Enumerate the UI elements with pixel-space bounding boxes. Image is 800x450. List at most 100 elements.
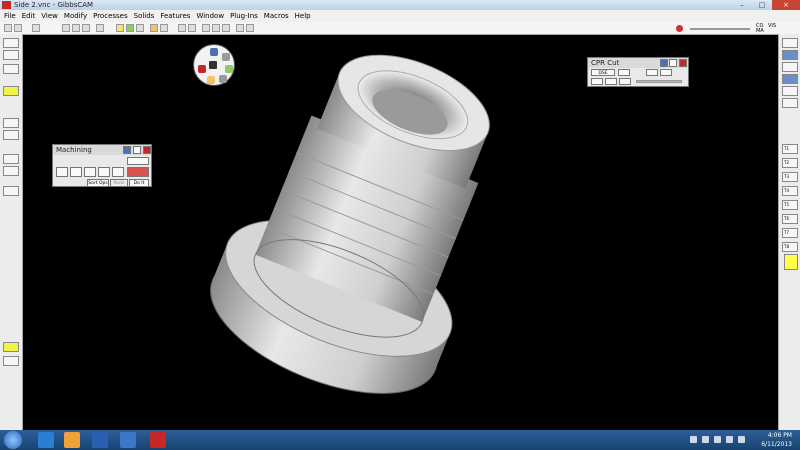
- zoom-tool-icon[interactable]: [202, 24, 210, 32]
- redo-button[interactable]: Redo: [110, 179, 128, 187]
- select-tool-icon[interactable]: [4, 24, 12, 32]
- menu-file[interactable]: File: [0, 10, 19, 22]
- 3d-viewport[interactable]: [23, 35, 777, 430]
- rewind-icon[interactable]: [618, 69, 630, 76]
- machining-panel-help-icon[interactable]: [133, 146, 141, 154]
- palette-pan-icon[interactable]: [222, 53, 230, 61]
- menu-solids[interactable]: Solids: [131, 10, 158, 22]
- tray-bluetooth-icon[interactable]: [726, 436, 733, 443]
- tool-4-button[interactable]: T4: [782, 186, 798, 196]
- tool-3-button[interactable]: T3: [782, 172, 798, 182]
- wireframe-tool-icon[interactable]: [150, 24, 158, 32]
- left-tool-11-icon[interactable]: [3, 356, 19, 366]
- folder-tool-icon[interactable]: [116, 24, 124, 32]
- process-thread-icon[interactable]: [98, 167, 110, 177]
- cpr-speed-slider[interactable]: [636, 80, 682, 83]
- tool-1-button[interactable]: T1: [782, 144, 798, 154]
- record-icon[interactable]: [676, 25, 683, 32]
- process-contour-icon[interactable]: [70, 167, 82, 177]
- process-drill-icon[interactable]: [56, 167, 68, 177]
- gibbscam-taskbar-icon[interactable]: [150, 432, 166, 448]
- tool-palette[interactable]: [193, 44, 235, 86]
- do-it-button[interactable]: Do It: [129, 179, 149, 187]
- tool-list-highlight[interactable]: [784, 254, 798, 270]
- menu-features[interactable]: Features: [157, 10, 193, 22]
- palette-rotate-icon[interactable]: [225, 65, 233, 73]
- left-tool-7-icon[interactable]: [3, 154, 19, 164]
- view-tool-icon[interactable]: [32, 24, 40, 32]
- cpr-panel-pin-icon[interactable]: [660, 59, 668, 67]
- menu-plug-ins[interactable]: Plug-Ins: [227, 10, 261, 22]
- layer-tool-icon[interactable]: [14, 24, 22, 32]
- line-tool-icon[interactable]: [72, 24, 80, 32]
- start-button[interactable]: [4, 431, 22, 449]
- flip-tool-icon[interactable]: [236, 24, 244, 32]
- tray-volume-icon[interactable]: [738, 436, 745, 443]
- shade-tool-icon[interactable]: [246, 24, 254, 32]
- tray-arrow-icon[interactable]: [690, 436, 697, 443]
- left-tool-active-icon[interactable]: [3, 86, 19, 96]
- explorer-taskbar-icon[interactable]: [120, 432, 136, 448]
- play-icon[interactable]: [660, 69, 672, 76]
- palette-fit-icon[interactable]: [219, 75, 227, 83]
- tool-2-button[interactable]: T2: [782, 158, 798, 168]
- machining-panel-pin-icon[interactable]: [123, 146, 131, 154]
- left-tool-8-icon[interactable]: [3, 166, 19, 176]
- cpr-mode-button[interactable]: DSE: [591, 69, 615, 76]
- render-icon[interactable]: [127, 167, 149, 177]
- palette-zoom-icon[interactable]: [210, 48, 218, 56]
- gibbscam-app-icon[interactable]: [2, 1, 11, 9]
- left-tool-6-icon[interactable]: [3, 130, 19, 140]
- point-tool-icon[interactable]: [62, 24, 70, 32]
- tray-flag-icon[interactable]: [702, 436, 709, 443]
- palette-iso-icon[interactable]: [198, 65, 206, 73]
- step-icon[interactable]: [646, 69, 658, 76]
- left-tool-5-icon[interactable]: [3, 118, 19, 128]
- menu-window[interactable]: Window: [193, 10, 227, 22]
- menu-macros[interactable]: Macros: [261, 10, 292, 22]
- right-tool-6-icon[interactable]: [782, 98, 798, 108]
- right-tool-4-icon[interactable]: [782, 74, 798, 84]
- palette-center-cube-icon[interactable]: [209, 61, 217, 69]
- status-slider[interactable]: [690, 28, 750, 30]
- surface-tool-icon[interactable]: [160, 24, 168, 32]
- tray-network-icon[interactable]: [714, 436, 721, 443]
- process-turn-icon[interactable]: [112, 167, 124, 177]
- left-tool-active-2-icon[interactable]: [3, 342, 19, 352]
- cpr-speed-icon[interactable]: [619, 78, 631, 85]
- menu-edit[interactable]: Edit: [19, 10, 39, 22]
- right-tool-2-icon[interactable]: [782, 50, 798, 60]
- grid-tool-icon[interactable]: [188, 24, 196, 32]
- ie-taskbar-icon[interactable]: [38, 432, 54, 448]
- right-tool-3-icon[interactable]: [782, 62, 798, 72]
- pan-tool-icon[interactable]: [212, 24, 220, 32]
- left-tool-1-icon[interactable]: [3, 38, 19, 48]
- right-tool-1-icon[interactable]: [782, 38, 798, 48]
- left-tool-9-icon[interactable]: [3, 186, 19, 196]
- edit-tool-icon[interactable]: [136, 24, 144, 32]
- tool-5-button[interactable]: T5: [782, 200, 798, 210]
- maximize-button[interactable]: □: [752, 0, 772, 10]
- solid-tool-icon[interactable]: [126, 24, 134, 32]
- menu-processes[interactable]: Processes: [90, 10, 131, 22]
- tool-7-button[interactable]: T7: [782, 228, 798, 238]
- left-tool-2-icon[interactable]: [3, 50, 19, 60]
- machining-panel-close-icon[interactable]: [143, 146, 151, 154]
- palette-shade-icon[interactable]: [207, 76, 215, 84]
- left-tool-3-icon[interactable]: [3, 64, 19, 74]
- right-tool-5-icon[interactable]: [782, 86, 798, 96]
- arc-tool-icon[interactable]: [82, 24, 90, 32]
- menu-view[interactable]: View: [38, 10, 61, 22]
- outlook-taskbar-icon[interactable]: [64, 432, 80, 448]
- cpr-tool-icon[interactable]: [591, 78, 603, 85]
- rotate-tool-icon[interactable]: [222, 24, 230, 32]
- menu-help[interactable]: Help: [292, 10, 314, 22]
- cpr-panel-help-icon[interactable]: [669, 59, 677, 67]
- shape-tool-icon[interactable]: [96, 24, 104, 32]
- sort-ops-button[interactable]: Sort Ops: [87, 179, 109, 187]
- cpr-stock-icon[interactable]: [605, 78, 617, 85]
- word-taskbar-icon[interactable]: [92, 432, 108, 448]
- menu-modify[interactable]: Modify: [61, 10, 90, 22]
- minimize-button[interactable]: –: [732, 0, 752, 10]
- tool-6-button[interactable]: T6: [782, 214, 798, 224]
